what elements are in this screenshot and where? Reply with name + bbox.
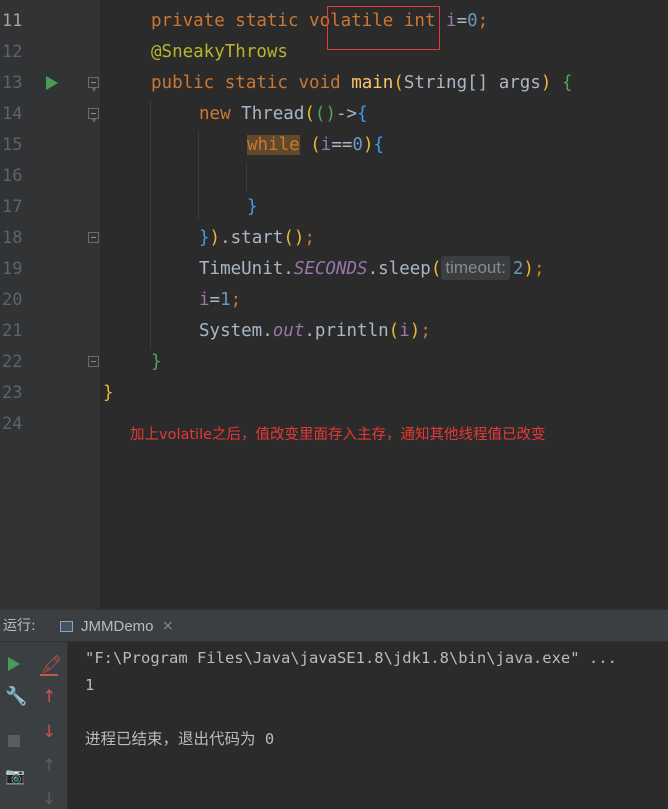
run-panel: 🔧 📷 🖍 ↑ ↓ ↑ ↓ "F:\Program Files\Java\jav… xyxy=(0,642,668,809)
method-call: .println xyxy=(304,321,389,341)
operator: = xyxy=(456,11,468,31)
keyword: private static xyxy=(151,11,310,31)
paren: () xyxy=(283,228,305,248)
clear-console-icon[interactable]: 🖍 xyxy=(40,655,63,676)
paren: ) xyxy=(540,73,552,93)
console-toolbar: 🖍 ↑ ↓ ↑ ↓ xyxy=(32,642,68,809)
code-line[interactable]: i=1; xyxy=(0,285,668,316)
paren: ( xyxy=(314,104,326,124)
brace: } xyxy=(199,228,210,248)
keyword: public static void xyxy=(151,73,352,93)
class-name: TimeUnit. xyxy=(199,259,294,279)
annotation: @SneakyThrows xyxy=(151,42,288,62)
brace: } xyxy=(151,352,162,372)
code-line[interactable]: System.out.println(i); xyxy=(0,316,668,347)
operator: = xyxy=(209,290,221,310)
number-literal: 0 xyxy=(467,11,478,31)
close-icon[interactable]: × xyxy=(162,610,174,643)
paren: ) xyxy=(523,259,534,279)
paren: ( xyxy=(304,104,315,124)
code-line[interactable]: public static void main(String[] args) { xyxy=(0,68,668,99)
semicolon: ; xyxy=(533,259,545,279)
code-line[interactable]: TimeUnit.SECONDS.sleep(timeout: 2); xyxy=(0,254,668,285)
run-panel-title: 运行: xyxy=(3,618,36,634)
down-arrow-icon[interactable]: ↓ xyxy=(42,722,56,742)
rerun-icon[interactable] xyxy=(8,657,20,671)
field-name: i xyxy=(199,290,210,310)
paren: ( xyxy=(310,135,321,155)
brace: } xyxy=(247,197,258,217)
code-line[interactable]: @SneakyThrows xyxy=(0,37,668,68)
annotation-note: 加上volatile之后，值改变里面存入主存，通知其他线程值已改变 xyxy=(130,427,546,443)
method-call: .start xyxy=(220,228,284,248)
paren: ( xyxy=(393,73,404,93)
semicolon: ; xyxy=(477,11,489,31)
class-name: System. xyxy=(199,321,273,341)
run-panel-header: 运行: JMMDemo × xyxy=(0,609,668,642)
while-keyword: while xyxy=(247,135,300,155)
stop-icon[interactable] xyxy=(8,735,20,747)
run-toolbar: 🔧 📷 xyxy=(0,642,32,809)
run-tab-label: JMMDemo xyxy=(81,618,154,635)
indent-guide xyxy=(246,162,247,192)
field-name: i xyxy=(446,11,457,31)
arrow: -> xyxy=(336,104,358,124)
brace: { xyxy=(561,73,573,93)
console-exit-message: 进程已结束，退出代码为 0 xyxy=(85,730,275,748)
paren: ) xyxy=(325,104,337,124)
code-line[interactable]: } xyxy=(0,378,668,409)
up-arrow-icon[interactable]: ↑ xyxy=(42,756,56,776)
camera-icon[interactable]: 📷 xyxy=(5,766,25,786)
class-name: Thread xyxy=(241,104,305,124)
static-field: out xyxy=(272,321,305,341)
up-arrow-icon[interactable]: ↑ xyxy=(42,687,56,707)
code-line[interactable]: } xyxy=(0,347,668,378)
paren: ( xyxy=(430,259,442,279)
paren: ( xyxy=(388,321,400,341)
semicolon: ; xyxy=(230,290,242,310)
paren: ) xyxy=(362,135,374,155)
brace: } xyxy=(103,383,114,403)
console-icon xyxy=(60,621,73,632)
number-literal: 2 xyxy=(512,259,524,279)
operator: == xyxy=(331,135,353,155)
run-tab-jmmdemo[interactable]: JMMDemo × xyxy=(54,610,184,643)
method-name: main xyxy=(351,73,394,93)
code-line[interactable]: new Thread(()->{ xyxy=(0,99,668,130)
number-literal: 1 xyxy=(220,290,231,310)
field-name: i xyxy=(399,321,410,341)
code-line[interactable]: } xyxy=(0,192,668,223)
paren: ) xyxy=(209,228,221,248)
method-call: .sleep xyxy=(367,259,431,279)
field-name: i xyxy=(320,135,332,155)
semicolon: ; xyxy=(420,321,431,341)
parameter: String[] args xyxy=(403,73,541,93)
code-line[interactable]: while (i==0){ xyxy=(0,130,668,161)
wrench-icon[interactable]: 🔧 xyxy=(5,687,27,707)
down-arrow-icon[interactable]: ↓ xyxy=(42,789,56,809)
brace: { xyxy=(373,135,385,155)
number-literal: 0 xyxy=(352,135,363,155)
code-editor[interactable]: 11 12 13 14 15 16 17 18 19 20 21 22 23 2… xyxy=(0,0,668,609)
parameter-hint: timeout: xyxy=(441,256,510,280)
brace: { xyxy=(357,104,368,124)
console-command-line: "F:\Program Files\Java\javaSE1.8\jdk1.8\… xyxy=(85,649,617,667)
console-output: 1 xyxy=(85,676,95,694)
paren: ) xyxy=(409,321,421,341)
keyword: new xyxy=(199,104,242,124)
code-line[interactable]: }).start(); xyxy=(0,223,668,254)
static-field: SECONDS xyxy=(293,259,368,279)
semicolon: ; xyxy=(304,228,315,248)
